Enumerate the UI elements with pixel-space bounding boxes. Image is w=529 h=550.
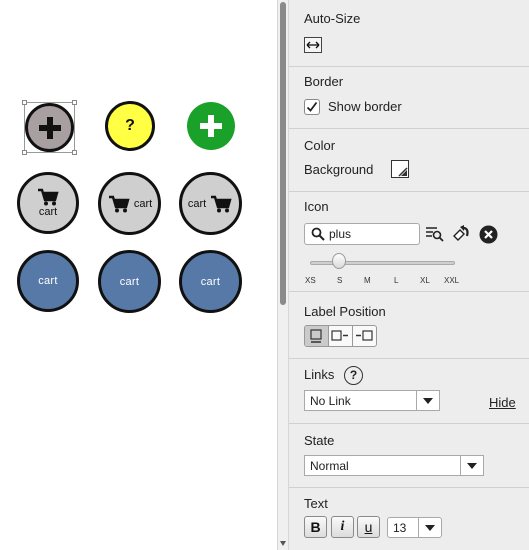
cart-icon [211,195,232,212]
cart-icon [108,195,130,212]
selection-frame [22,100,77,155]
resize-handle-tr[interactable] [72,100,77,105]
show-border-checkbox[interactable] [304,99,320,115]
background-label: Background [304,162,374,177]
size-tick-xs: XS [305,276,316,285]
scrollbar-thumb[interactable] [280,2,286,305]
links-help-button[interactable]: ? [344,366,363,385]
icon-size-slider-thumb[interactable] [332,253,346,269]
icon-section: Icon plus [289,192,529,292]
size-tick-xl: XL [420,276,430,285]
icon-title: Icon [304,199,329,214]
border-section: Border Show border [289,67,529,129]
font-size-value: 13 [393,521,407,535]
clear-icon[interactable] [479,225,498,244]
italic-button[interactable]: i [331,516,354,538]
icon-search-input[interactable]: plus [304,223,420,245]
scroll-down-arrow-icon[interactable] [280,541,286,546]
browse-icons-icon[interactable] [425,225,445,243]
bold-button[interactable]: B [304,516,327,538]
label-left-icon [356,330,373,341]
show-border-label: Show border [328,99,402,114]
cart-label: cart [133,197,153,210]
border-title: Border [304,74,344,89]
help-label: ? [125,117,135,134]
plus-icon [200,115,222,137]
design-canvas[interactable]: ? cart cart cart cart cart cart [0,0,277,550]
cart-button-icon-left[interactable]: cart [98,172,161,235]
size-tick-s: S [337,276,343,285]
link-dropdown[interactable]: No Link [304,390,440,411]
color-title: Color [304,138,336,153]
cart-label: cart [187,197,207,210]
font-size-dropdown[interactable]: 13 [387,517,442,538]
horizontal-resize-icon [306,41,320,49]
swatch-corner-icon [398,167,408,177]
cart-button-blue-2[interactable]: cart [98,250,161,313]
resize-handle-br[interactable] [72,150,77,155]
size-tick-xxl: XXL [444,276,460,285]
state-title: State [304,433,335,448]
autosize-toggle[interactable] [304,37,322,53]
color-section: Color Background [289,129,529,192]
label-position-bottom-button[interactable] [305,326,329,346]
cart-label: cart [119,275,140,288]
cart-label: cart [200,275,221,288]
icon-search-value: plus [329,227,352,241]
inspector-panel: Auto-Size Border Show border Color Backg… [289,0,529,550]
text-title: Text [304,496,328,511]
label-bottom-icon [310,329,322,343]
cart-button-icon-top[interactable]: cart [17,172,79,234]
chevron-down-icon [460,456,483,475]
hide-link[interactable]: Hide [489,395,516,410]
resize-handle-tl[interactable] [22,100,27,105]
flip-icon[interactable] [451,224,471,244]
checkmark-icon [306,101,318,112]
italic-label: i [340,519,345,534]
label-right-icon [331,330,348,341]
cart-button-blue-3[interactable]: cart [179,250,242,313]
chevron-down-icon [418,518,441,537]
label-position-section: Label Position [289,292,529,359]
help-button[interactable]: ? [105,101,155,151]
vertical-scrollbar[interactable] [277,0,289,550]
size-tick-l: L [394,276,399,285]
cart-label: cart [38,275,58,287]
size-tick-m: M [364,276,371,285]
label-position-left-button[interactable] [353,326,376,346]
label-position-right-button[interactable] [329,326,353,346]
cart-icon [38,188,59,206]
autosize-section: Auto-Size [289,0,529,67]
bold-label: B [310,519,321,535]
label-position-title: Label Position [304,304,386,319]
label-position-group [304,325,377,347]
background-color-swatch[interactable] [391,160,409,178]
cart-button-icon-right[interactable]: cart [179,172,242,235]
chevron-down-icon [416,391,439,410]
links-section: Links ? No Link Hide [289,359,529,424]
state-section: State Normal [289,424,529,488]
help-icon: ? [349,368,358,382]
link-dropdown-value: No Link [310,394,351,408]
state-dropdown-value: Normal [310,459,349,473]
links-title: Links [304,367,335,382]
add-button-green[interactable] [187,102,235,150]
autosize-title: Auto-Size [304,11,361,26]
cart-label: cart [38,206,58,218]
cart-button-blue-1[interactable]: cart [17,250,79,312]
search-icon [311,227,325,241]
underline-button[interactable]: u [357,516,380,538]
resize-handle-bl[interactable] [22,150,27,155]
state-dropdown[interactable]: Normal [304,455,484,476]
underline-label: u [364,519,373,535]
